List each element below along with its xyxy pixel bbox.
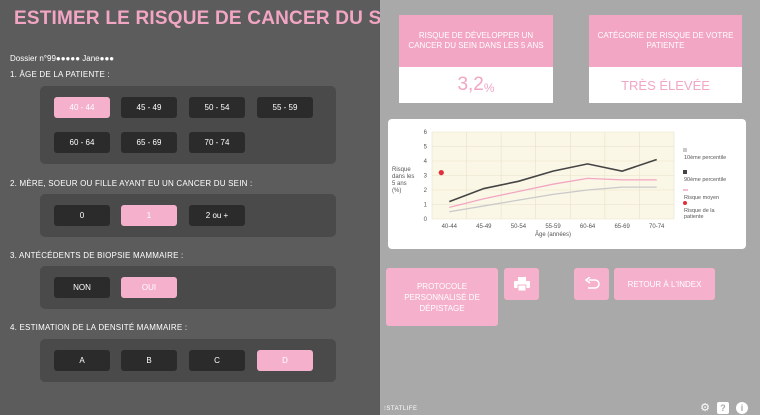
legend-label: patiente bbox=[684, 214, 704, 220]
legend-label: Risque moyen bbox=[684, 195, 719, 201]
x-axis-label: Âge (années) bbox=[535, 231, 571, 238]
info-icon[interactable]: i bbox=[736, 402, 748, 414]
density-option-d[interactable]: D bbox=[257, 350, 313, 371]
category-card: CATÉGORIE DE RISQUE DE VOTRE PATIENTE TR… bbox=[589, 15, 742, 103]
x-tick-label: 60-64 bbox=[580, 224, 596, 230]
patient-point bbox=[438, 170, 444, 176]
return-arrow-icon bbox=[584, 277, 600, 289]
age-option-45-49[interactable]: 45 - 49 bbox=[121, 97, 177, 118]
biopsy-option-non[interactable]: NON bbox=[54, 277, 110, 298]
risk-card-value: 3,2% bbox=[399, 67, 553, 103]
age-option-65-69[interactable]: 65 - 69 bbox=[121, 132, 177, 153]
settings-gear-icon[interactable]: ⚙ bbox=[699, 402, 711, 414]
legend-label: 90ème percentile bbox=[684, 177, 726, 183]
x-tick-label: 40-44 bbox=[442, 224, 458, 230]
statlife-logo: ⁝STATLIFE bbox=[384, 406, 418, 412]
age-option-60-64[interactable]: 60 - 64 bbox=[54, 132, 110, 153]
protocol-button[interactable]: PROTOCOLE PERSONNALISÉ DE DÉPISTAGE bbox=[386, 268, 498, 326]
x-tick-label: 55-59 bbox=[545, 224, 561, 230]
legend-swatch bbox=[683, 170, 687, 174]
age-option-50-54[interactable]: 50 - 54 bbox=[189, 97, 245, 118]
family-history-panel: 0 1 2 ou + bbox=[40, 194, 336, 237]
risk-card-header: RISQUE DE DÉVELOPPER UN CANCER DU SEIN D… bbox=[399, 15, 553, 67]
page-title: ESTIMER LE RISQUE DE CANCER DU SEIN bbox=[14, 8, 414, 29]
density-panel: A B C D bbox=[40, 339, 336, 382]
density-option-c[interactable]: C bbox=[189, 350, 245, 371]
biopsy-option-oui[interactable]: OUI bbox=[121, 277, 177, 298]
density-option-a[interactable]: A bbox=[54, 350, 110, 371]
y-tick-label: 6 bbox=[424, 130, 428, 136]
q3-label: 3. ANTÉCÉDENTS DE BIOPSIE MAMMAIRE : bbox=[10, 251, 184, 260]
y-tick-label: 2 bbox=[424, 188, 428, 194]
biopsy-panel: NON OUI bbox=[40, 266, 336, 309]
category-card-value: TRÈS ÉLEVÉE bbox=[621, 77, 710, 93]
age-options-panel: 40 - 44 45 - 49 50 - 54 55 - 59 60 - 64 … bbox=[40, 86, 336, 164]
y-tick-label: 0 bbox=[424, 217, 428, 223]
family-option-0[interactable]: 0 bbox=[54, 205, 110, 226]
age-option-55-59[interactable]: 55 - 59 bbox=[257, 97, 313, 118]
y-tick-label: 3 bbox=[424, 174, 428, 180]
risk-chart: 0 1 2 3 4 5 6 40-44 45-49 50-54 55-59 60-64 65-69 70-… bbox=[388, 119, 746, 249]
x-tick-label: 45-49 bbox=[476, 224, 492, 230]
input-panel: ESTIMER LE RISQUE DE CANCER DU SEIN Doss… bbox=[0, 0, 414, 415]
age-option-70-74[interactable]: 70 - 74 bbox=[189, 132, 245, 153]
density-option-b[interactable]: B bbox=[121, 350, 177, 371]
risk-chart-svg: 0 1 2 3 4 5 6 40-44 45-49 50-54 55-59 60-64 65-69 70-… bbox=[392, 130, 726, 238]
q2-label: 2. MÈRE, SOEUR OU FILLE AYANT EU UN CANC… bbox=[10, 179, 253, 188]
y-axis-label: Risque dans les 5 ans (%) bbox=[392, 167, 414, 194]
age-option-40-44[interactable]: 40 - 44 bbox=[54, 97, 110, 118]
back-arrow-button[interactable] bbox=[574, 268, 609, 300]
family-option-1[interactable]: 1 bbox=[121, 205, 177, 226]
q4-label: 4. ESTIMATION DE LA DENSITÉ MAMMAIRE : bbox=[10, 323, 188, 332]
category-card-header: CATÉGORIE DE RISQUE DE VOTRE PATIENTE bbox=[589, 15, 742, 67]
y-tick-label: 4 bbox=[424, 159, 428, 165]
risk-value: 3,2 bbox=[457, 74, 484, 95]
y-tick-label: 5 bbox=[424, 145, 428, 151]
family-option-2-plus[interactable]: 2 ou + bbox=[189, 205, 245, 226]
x-tick-label: 70-74 bbox=[649, 224, 665, 230]
legend-swatch bbox=[683, 148, 687, 152]
print-button[interactable] bbox=[504, 268, 539, 300]
y-tick-label: 1 bbox=[424, 203, 428, 209]
legend-label: 10ème percentile bbox=[684, 155, 726, 161]
risk-unit: % bbox=[483, 80, 495, 95]
x-tick-label: 50-54 bbox=[511, 224, 527, 230]
patient-dossier: Dossier n°99●●●●● Jane●●● bbox=[10, 54, 115, 63]
help-icon[interactable]: ? bbox=[717, 402, 729, 414]
risk-card: RISQUE DE DÉVELOPPER UN CANCER DU SEIN D… bbox=[399, 15, 553, 103]
legend-swatch bbox=[683, 201, 687, 205]
return-index-button[interactable]: RETOUR À L'INDEX bbox=[614, 268, 715, 300]
x-tick-label: 65-69 bbox=[614, 224, 630, 230]
printer-icon bbox=[513, 277, 530, 291]
q1-label: 1. ÂGE DE LA PATIENTE : bbox=[10, 70, 110, 79]
